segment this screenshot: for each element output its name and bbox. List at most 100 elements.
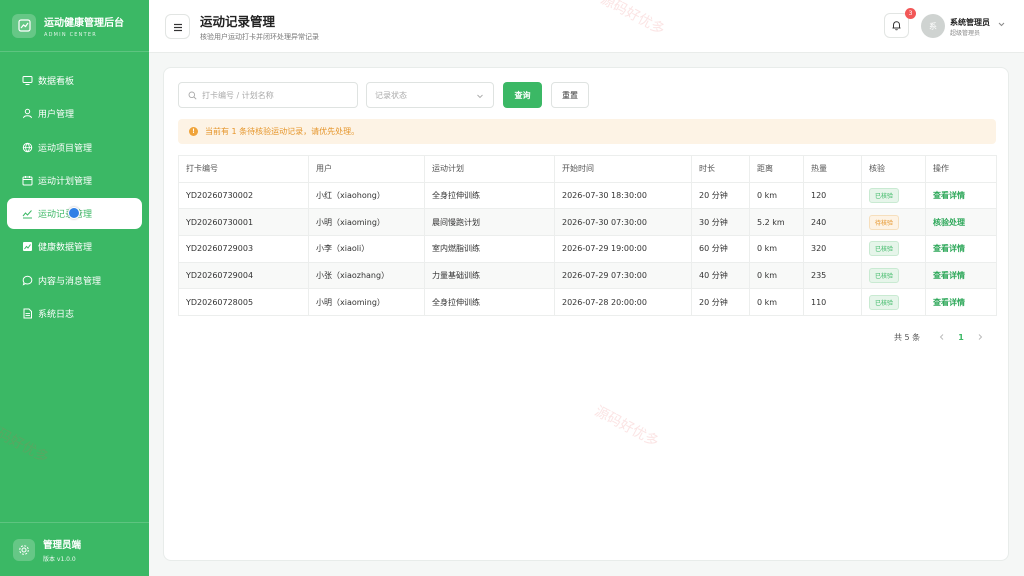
status-badge: 已核验 (869, 241, 900, 257)
sidebar-item-health[interactable]: 健康数据管理 (7, 231, 142, 262)
reset-button[interactable]: 重置 (551, 82, 589, 108)
record-duration: 30 分钟 (691, 208, 750, 237)
record-action-cell: 查看详情 (925, 235, 997, 263)
table-row: YD20260729003 小李（xiaoli） 室内燃脂训练 2026-07-… (178, 235, 997, 263)
column-header: 时长 (691, 155, 750, 183)
sidebar-item-dashboard[interactable]: 数据看板 (7, 65, 142, 96)
record-calories: 110 (803, 288, 862, 317)
search-input[interactable] (202, 90, 352, 100)
user-name[interactable]: 系统管理员 (950, 17, 990, 28)
brand-title: 运动健康管理后台 (44, 17, 124, 29)
record-action-cell: 核验处理 (925, 208, 997, 237)
sidebar-item-sports[interactable]: 运动项目管理 (7, 132, 142, 163)
record-status-cell: 已核验 (861, 235, 926, 263)
status-badge: 已核验 (869, 294, 900, 310)
record-calories: 240 (803, 208, 862, 237)
view-detail-link[interactable]: 查看详情 (933, 191, 965, 200)
record-calories: 320 (803, 235, 862, 263)
record-user: 小李（xiaoli） (308, 235, 425, 263)
hamburger-icon (173, 17, 183, 36)
column-header: 用户 (308, 155, 425, 183)
table-row: YD20260730001 小明（xiaoming） 晨间慢跑计划 2026-0… (178, 208, 997, 237)
view-detail-link[interactable]: 查看详情 (933, 271, 965, 280)
search-box[interactable] (178, 82, 358, 108)
column-header: 热量 (803, 155, 862, 183)
record-start: 2026-07-30 07:30:00 (554, 208, 692, 237)
pagination: 共 5 条 1 (894, 330, 996, 344)
sidebar-item-label: 运动计划管理 (38, 176, 93, 187)
sidebar-item-label: 运动项目管理 (38, 143, 93, 154)
user-role: 超级管理员 (950, 30, 981, 37)
search-icon (188, 91, 197, 100)
verify-link[interactable]: 核验处理 (933, 218, 965, 227)
gear-icon (13, 538, 35, 561)
sidebar-item-label: 数据看板 (38, 77, 75, 87)
record-status-cell: 待核验 (861, 208, 926, 237)
record-distance: 0 km (749, 181, 804, 210)
brand: 运动健康管理后台 ADMIN CENTER (0, 0, 149, 52)
column-header: 操作 (925, 155, 997, 183)
chevron-left-icon[interactable] (937, 332, 947, 342)
record-calories: 120 (803, 181, 862, 210)
record-duration: 20 分钟 (691, 181, 750, 210)
records-table: 打卡编号 用户 运动计划 开始时间 时长 距离 热量 核验 操作 YD20260… (178, 155, 997, 317)
status-select[interactable] (366, 82, 494, 108)
pending-alert: ! 当前有 1 条待核验运动记录，请优先处理。 (178, 119, 996, 144)
sidebar-nav: 数据看板 用户管理 运动项目管理 运动计划管理 运动记录管理 健康数据管理 内容… (0, 65, 149, 329)
chart-icon (21, 241, 33, 253)
record-action-cell: 查看详情 (925, 181, 997, 210)
record-id: YD20260730002 (178, 181, 309, 210)
record-duration: 20 分钟 (691, 288, 750, 317)
record-plan: 全身拉伸训练 (424, 181, 555, 210)
pagination-total: 共 5 条 (894, 332, 921, 342)
menu-toggle-button[interactable] (165, 14, 190, 39)
brand-subtitle: ADMIN CENTER (44, 31, 97, 38)
sidebar-item-users[interactable]: 用户管理 (7, 98, 142, 129)
sidebar-item-logs[interactable]: 系统日志 (7, 298, 142, 329)
record-user: 小张（xiaozhang） (308, 261, 425, 290)
page-subtitle: 核验用户运动打卡并闭环处理异常记录 (200, 33, 319, 41)
record-status-cell: 已核验 (861, 181, 926, 210)
record-id: YD20260728005 (178, 288, 309, 317)
pagination-page[interactable]: 1 (958, 333, 964, 342)
status-select-input[interactable] (375, 90, 470, 100)
sidebar-item-plans[interactable]: 运动计划管理 (7, 165, 142, 196)
record-distance: 0 km (749, 261, 804, 290)
view-detail-link[interactable]: 查看详情 (933, 244, 965, 253)
chevron-right-icon[interactable] (975, 332, 985, 342)
avatar[interactable]: 系 (921, 14, 945, 38)
record-distance: 0 km (749, 288, 804, 317)
calendar-icon (21, 174, 33, 186)
footer-title: 管理员端 (43, 539, 82, 551)
record-action-cell: 查看详情 (925, 288, 997, 317)
record-calories: 235 (803, 261, 862, 290)
query-button[interactable]: 查询 (503, 82, 542, 108)
record-distance: 5.2 km (749, 208, 804, 237)
ball-icon (21, 141, 33, 153)
record-icon (21, 208, 33, 220)
table-row: YD20260729004 小张（xiaozhang） 力量基础训练 2026-… (178, 261, 997, 290)
record-user: 小明（xiaoming） (308, 288, 425, 317)
table-header-row: 打卡编号 用户 运动计划 开始时间 时长 距离 热量 核验 操作 (178, 155, 997, 183)
record-start: 2026-07-30 18:30:00 (554, 181, 692, 210)
sidebar-item-label: 用户管理 (38, 110, 75, 121)
brand-logo-icon (12, 13, 36, 38)
sidebar-item-records[interactable]: 运动记录管理 (7, 198, 142, 230)
chevron-down-icon[interactable] (997, 20, 1006, 29)
table-row: YD20260728005 小明（xiaoming） 全身拉伸训练 2026-0… (178, 288, 997, 317)
sidebar: 运动健康管理后台 ADMIN CENTER 数据看板 用户管理 运动项目管理 运… (0, 0, 149, 576)
record-plan: 室内燃脂训练 (424, 235, 555, 263)
document-icon (21, 308, 33, 320)
sidebar-item-label: 运动记录管理 (38, 210, 93, 221)
view-detail-link[interactable]: 查看详情 (933, 298, 965, 307)
record-id: YD20260729004 (178, 261, 309, 290)
record-status-cell: 已核验 (861, 261, 926, 290)
sidebar-item-content[interactable]: 内容与消息管理 (7, 265, 142, 296)
records-card: 查询 重置 ! 当前有 1 条待核验运动记录，请优先处理。 打卡编号 用户 运动… (163, 67, 1009, 561)
sidebar-item-label: 健康数据管理 (38, 243, 93, 254)
warning-icon: ! (189, 127, 198, 136)
chevron-down-icon (477, 94, 483, 99)
record-action-cell: 查看详情 (925, 261, 997, 290)
status-badge: 已核验 (869, 268, 900, 284)
column-header: 开始时间 (554, 155, 692, 183)
